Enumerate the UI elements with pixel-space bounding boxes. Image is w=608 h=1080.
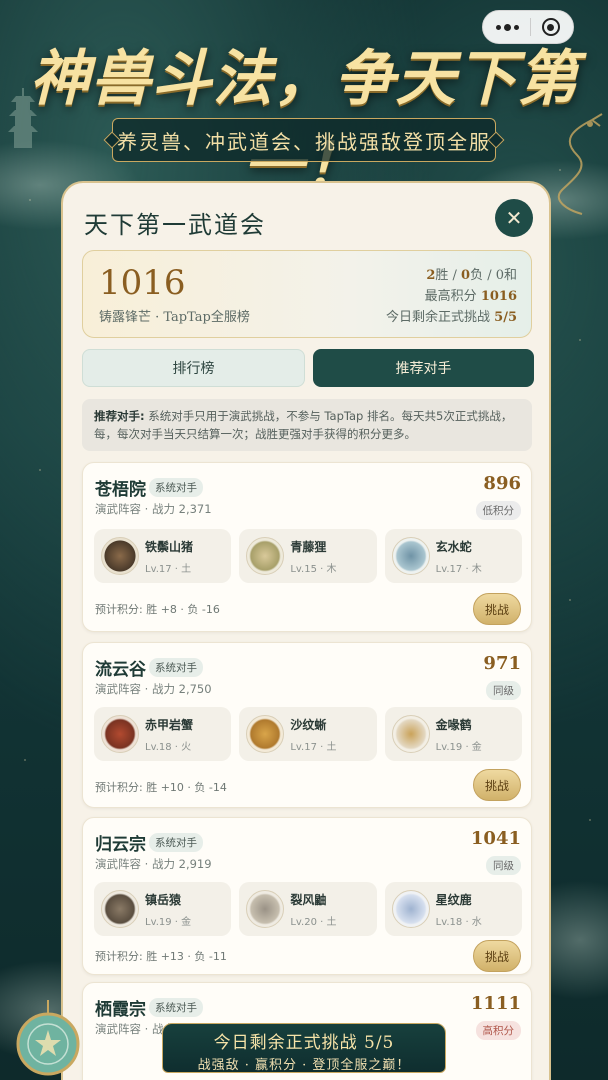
tab-recommended-opponents[interactable]: 推荐对手 [313, 349, 534, 387]
opponent-card: 归云宗 系统对手 演武阵容 · 战力 2,919 1041 同级 镇岳猿 Lv.… [82, 817, 532, 975]
beast-level: Lv.17 · 木 [435, 564, 482, 575]
predicted-score: 预计积分: 胜 +10 · 负 -14 [95, 781, 227, 794]
bottom-challenge-banner[interactable]: 今日剩余正式挑战 5/5 战强敌 · 赢积分 · 登顶全服之巅！ [162, 1023, 446, 1073]
score-stats: 2胜 / 0负 / 0和 最高积分 1016 今日剩余正式挑战 5/5 [386, 265, 517, 328]
beast-slot[interactable]: 沙纹蜥 Lv.17 · 土 [239, 707, 377, 761]
beast-level: Lv.19 · 金 [145, 917, 192, 928]
remaining-line: 今日剩余正式挑战 5/5 [386, 307, 517, 328]
tournament-panel: 天下第一武道会 ✕ 1016 铸露锋芒 · TapTap全服榜 2胜 / 0负 … [61, 181, 551, 1080]
system-opponent-tag: 系统对手 [149, 833, 203, 852]
beast-level: Lv.17 · 土 [290, 742, 337, 753]
notice-text: 系统对手只用于演武挑战，不参与 TapTap 排名。每天共5次正式挑战， 每，每… [94, 409, 513, 441]
close-icon: ✕ [505, 206, 523, 230]
opponent-level-badge: 同级 [486, 856, 521, 875]
opponent-level-badge: 同级 [486, 681, 521, 700]
beast-level: Lv.17 · 土 [145, 564, 192, 575]
notice-box: 推荐对手: 系统对手只用于演武挑战，不参与 TapTap 排名。每天共5次正式挑… [82, 399, 532, 451]
best-score-label: 最高积分 [424, 289, 477, 304]
challenge-button[interactable]: 挑战 [473, 940, 521, 972]
tab-bar: 排行榜 推荐对手 [82, 349, 534, 387]
opponent-score: 1041 [470, 828, 521, 849]
opponent-name: 栖霞宗 [95, 1000, 146, 1020]
weasel-icon [246, 890, 285, 928]
subtitle-banner: 养灵兽、冲武道会、挑战强敌登顶全服 [112, 118, 496, 162]
beast-name: 星纹鹿 [435, 893, 472, 907]
opponent-name: 流云谷 [95, 660, 146, 680]
page-headline: 神兽斗法，争天下第一！ [29, 44, 579, 201]
opponent-power: 演武阵容 · 战力 2,371 [95, 502, 212, 516]
banner-slogan: 战强敌 · 赢积分 · 登顶全服之巅！ [197, 1058, 411, 1073]
opponent-name: 归云宗 [95, 835, 146, 855]
best-score-line: 最高积分 1016 [386, 286, 517, 307]
beast-slot[interactable]: 赤甲岩蟹 Lv.18 · 火 [94, 707, 232, 761]
beast-slot[interactable]: 镇岳猿 Lv.19 · 金 [94, 882, 232, 936]
beast-level: Lv.15 · 木 [290, 564, 337, 575]
opponent-card: 流云谷 系统对手 演武阵容 · 战力 2,750 971 同级 赤甲岩蟹 Lv.… [82, 642, 532, 808]
jade-pendant-icon [16, 1000, 80, 1076]
beast-name: 铁鬃山猪 [145, 540, 194, 554]
system-opponent-tag: 系统对手 [149, 478, 203, 497]
notice-label: 推荐对手: [94, 409, 145, 423]
lizard-icon [246, 715, 285, 753]
boar-icon [101, 537, 139, 575]
beast-slot[interactable]: 铁鬃山猪 Lv.17 · 土 [94, 529, 232, 583]
opponent-name: 苍梧院 [95, 480, 146, 500]
beast-level: Lv.18 · 水 [435, 917, 482, 928]
beast-lineup: 铁鬃山猪 Lv.17 · 土 青藤狸 Lv.15 · 木 玄水蛇 Lv.17 ·… [94, 529, 522, 583]
crane-icon [391, 715, 430, 753]
beast-lineup: 镇岳猿 Lv.19 · 金 裂风鼬 Lv.20 · 土 星纹鹿 Lv.18 · … [94, 882, 522, 936]
score-card: 1016 铸露锋芒 · TapTap全服榜 2胜 / 0负 / 0和 最高积分 … [82, 250, 532, 338]
opponent-power: 演武阵容 · 战力 2,919 [95, 857, 212, 871]
beast-name: 青藤狸 [290, 540, 327, 554]
tab-leaderboard[interactable]: 排行榜 [82, 349, 305, 387]
fox-icon [246, 537, 285, 575]
beast-level: Lv.20 · 土 [290, 917, 337, 928]
crab-icon [101, 715, 139, 753]
beast-level: Lv.18 · 火 [145, 742, 192, 753]
beast-level: Lv.19 · 金 [435, 742, 482, 753]
banner-remaining-text: 今日剩余正式挑战 5/5 [213, 1033, 395, 1053]
losses-suffix: 负 / 0和 [470, 268, 517, 283]
best-score-value: 1016 [480, 289, 517, 304]
beast-name: 镇岳猿 [145, 893, 182, 907]
beast-name: 裂风鼬 [290, 893, 327, 907]
beast-name: 玄水蛇 [435, 540, 472, 554]
opponent-score: 971 [483, 653, 521, 674]
beast-lineup: 赤甲岩蟹 Lv.18 · 火 沙纹蜥 Lv.17 · 土 金喙鹤 Lv.19 ·… [94, 707, 522, 761]
record-line: 2胜 / 0负 / 0和 [386, 265, 517, 286]
beast-slot[interactable]: 玄水蛇 Lv.17 · 木 [384, 529, 522, 583]
opponent-level-badge: 高积分 [475, 1021, 521, 1040]
losses-count: 0 [461, 268, 471, 283]
current-score: 1016 [99, 263, 186, 303]
beast-name: 赤甲岩蟹 [145, 718, 194, 732]
beast-slot[interactable]: 青藤狸 Lv.15 · 木 [239, 529, 377, 583]
wins-suffix: 胜 / [435, 268, 462, 283]
system-opponent-tag: 系统对手 [149, 998, 203, 1017]
opponent-level-badge: 低积分 [475, 501, 521, 520]
challenge-button[interactable]: 挑战 [473, 769, 521, 801]
remaining-value: 5/5 [494, 310, 517, 325]
beast-slot[interactable]: 金喙鹤 Lv.19 · 金 [384, 707, 522, 761]
rank-label: 铸露锋芒 · TapTap全服榜 [99, 310, 250, 325]
challenge-button[interactable]: 挑战 [473, 593, 521, 625]
predicted-score: 预计积分: 胜 +13 · 负 -11 [95, 950, 227, 963]
system-opponent-tag: 系统对手 [149, 658, 203, 677]
opponent-card: 苍梧院 系统对手 演武阵容 · 战力 2,371 896 低积分 铁鬃山猪 Lv… [82, 462, 532, 632]
beast-name: 沙纹蜥 [290, 718, 327, 732]
beast-name: 金喙鹤 [435, 718, 472, 732]
panel-title: 天下第一武道会 [84, 211, 266, 239]
opponent-power: 演武阵容 · 战力 2,750 [95, 682, 212, 696]
deer-icon [391, 890, 430, 928]
ape-icon [101, 890, 139, 928]
subtitle-text: 养灵兽、冲武道会、挑战强敌登顶全服 [117, 129, 491, 154]
beast-slot[interactable]: 星纹鹿 Lv.18 · 水 [384, 882, 522, 936]
predicted-score: 预计积分: 胜 +8 · 负 -16 [95, 603, 220, 616]
beast-slot[interactable]: 裂风鼬 Lv.20 · 土 [239, 882, 377, 936]
close-button[interactable]: ✕ [495, 199, 533, 237]
remaining-label: 今日剩余正式挑战 [386, 310, 491, 325]
snake-icon [391, 537, 430, 575]
opponent-score: 896 [483, 473, 521, 494]
opponent-score: 1111 [470, 993, 521, 1014]
